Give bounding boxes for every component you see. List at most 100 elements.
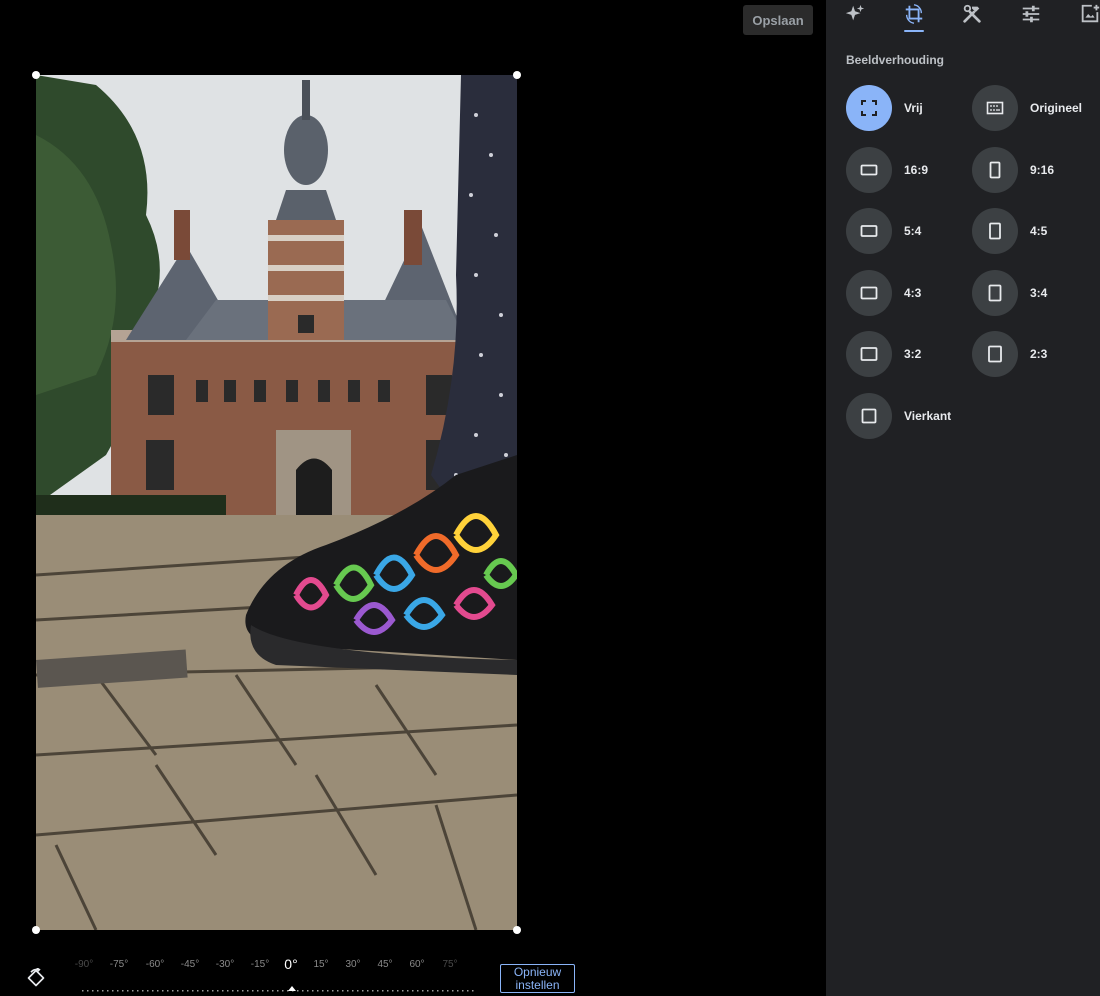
ruler-tick [212,990,214,992]
side-panel: Beeldverhouding Vrij Origineel 16:9 9:16… [826,0,1100,996]
tool-frame[interactable] [1076,2,1100,26]
angle-label: 45° [377,959,393,970]
ratio-circle [972,270,1018,316]
portrait-ratio-icon [989,161,1001,179]
ruler-tick [257,990,259,992]
ruler-tick [107,990,109,992]
ruler-tick [227,990,229,992]
free-crop-icon [861,100,877,116]
ruler-tick [112,990,114,992]
ruler-tick [467,990,469,992]
ratio-circle [846,85,892,131]
ruler-tick [322,990,324,992]
ruler-tick [362,990,364,992]
portrait-ratio-icon [989,222,1001,240]
ruler-tick [452,990,454,992]
ratio-option-5-4[interactable]: 5:4 [846,208,966,254]
angle-label: -90° [74,959,94,970]
ratio-option-3-2[interactable]: 3:2 [846,331,966,377]
ruler-tick [197,990,199,992]
ruler-tick [377,990,379,992]
tool-adjust[interactable] [1017,2,1045,26]
ratio-circle [846,270,892,316]
ratio-circle [846,147,892,193]
rotation-angle-slider[interactable]: -90° -75° -60° -45° -30° -15° 0° 15° 30°… [70,955,475,996]
ratio-label: 2:3 [1030,347,1048,361]
ruler-tick [137,990,139,992]
ratio-option-2-3[interactable]: 2:3 [972,331,1092,377]
ratio-option-vrij[interactable]: Vrij [846,85,966,131]
ruler-pointer [288,986,296,991]
tool-auto-enhance[interactable] [841,2,869,26]
ruler-tick [302,990,304,992]
square-ratio-icon [861,408,877,424]
tool-crop-rotate[interactable] [900,2,928,26]
ruler-tick [237,990,239,992]
ruler-tick [152,990,154,992]
landscape-ratio-icon [860,225,878,237]
ruler-tick [192,990,194,992]
ruler-tick [437,990,439,992]
ratio-option-vierkant[interactable]: Vierkant [846,393,966,439]
ratio-label: 3:2 [904,347,922,361]
ruler-tick [407,990,409,992]
crop-handle-bottom-left[interactable] [32,926,40,934]
angle-label: -60° [145,959,165,970]
ratio-option-9-16[interactable]: 9:16 [972,147,1092,193]
ratio-option-16-9[interactable]: 16:9 [846,147,966,193]
ratio-circle [846,208,892,254]
ruler-tick [342,990,344,992]
tool-tools[interactable] [958,2,986,26]
ratio-option-4-3[interactable]: 4:3 [846,270,966,316]
ratio-label: 16:9 [904,163,929,177]
angle-label: 60° [409,959,425,970]
ratio-label: 9:16 [1030,163,1055,177]
angle-label: -75° [109,959,129,970]
ratio-option-3-4[interactable]: 3:4 [972,270,1092,316]
ruler-tick [462,990,464,992]
reset-button-label-line1: Opnieuw [513,964,562,979]
ruler-tick [317,990,319,992]
rotate-90-button[interactable] [24,966,48,990]
ruler-tick [427,990,429,992]
ratio-option-4-5[interactable]: 4:5 [972,208,1092,254]
ruler-tick [347,990,349,992]
ratio-label: Vrij [904,101,923,115]
ruler-tick [397,990,399,992]
ruler-tick [392,990,394,992]
canvas-area: Opslaan -90° -75° -60° -45° -30° -15° 0°… [0,0,826,996]
save-button[interactable]: Opslaan [743,5,813,35]
ruler-tick [217,990,219,992]
ruler-tick [402,990,404,992]
reset-button-label-line2: instellen [515,977,560,992]
angle-label: 75° [442,959,458,970]
ratio-circle [972,85,1018,131]
crop-handle-top-left[interactable] [32,71,40,79]
ruler-tick [332,990,334,992]
ruler-tick [472,990,474,992]
ruler-tick [117,990,119,992]
angle-label: 30° [345,959,361,970]
photo-canvas[interactable] [36,75,517,930]
ruler-tick [352,990,354,992]
ruler-tick [272,990,274,992]
reset-button[interactable]: Opnieuw instellen [500,964,575,993]
ruler-tick [297,990,299,992]
crop-handle-top-right[interactable] [513,71,521,79]
portrait-ratio-icon [988,345,1002,363]
ruler-tick [162,990,164,992]
ruler-tick [447,990,449,992]
ruler-tick [92,990,94,992]
ratio-option-origineel[interactable]: Origineel [972,85,1092,131]
ruler-tick [202,990,204,992]
ruler-tick [442,990,444,992]
ruler-tick [232,990,234,992]
ruler-tick [177,990,179,992]
ratio-circle [972,331,1018,377]
portrait-ratio-icon [988,284,1002,302]
ratio-circle [972,147,1018,193]
ruler-tick [147,990,149,992]
crop-handle-bottom-right[interactable] [513,926,521,934]
ruler-tick [432,990,434,992]
ratio-circle [972,208,1018,254]
